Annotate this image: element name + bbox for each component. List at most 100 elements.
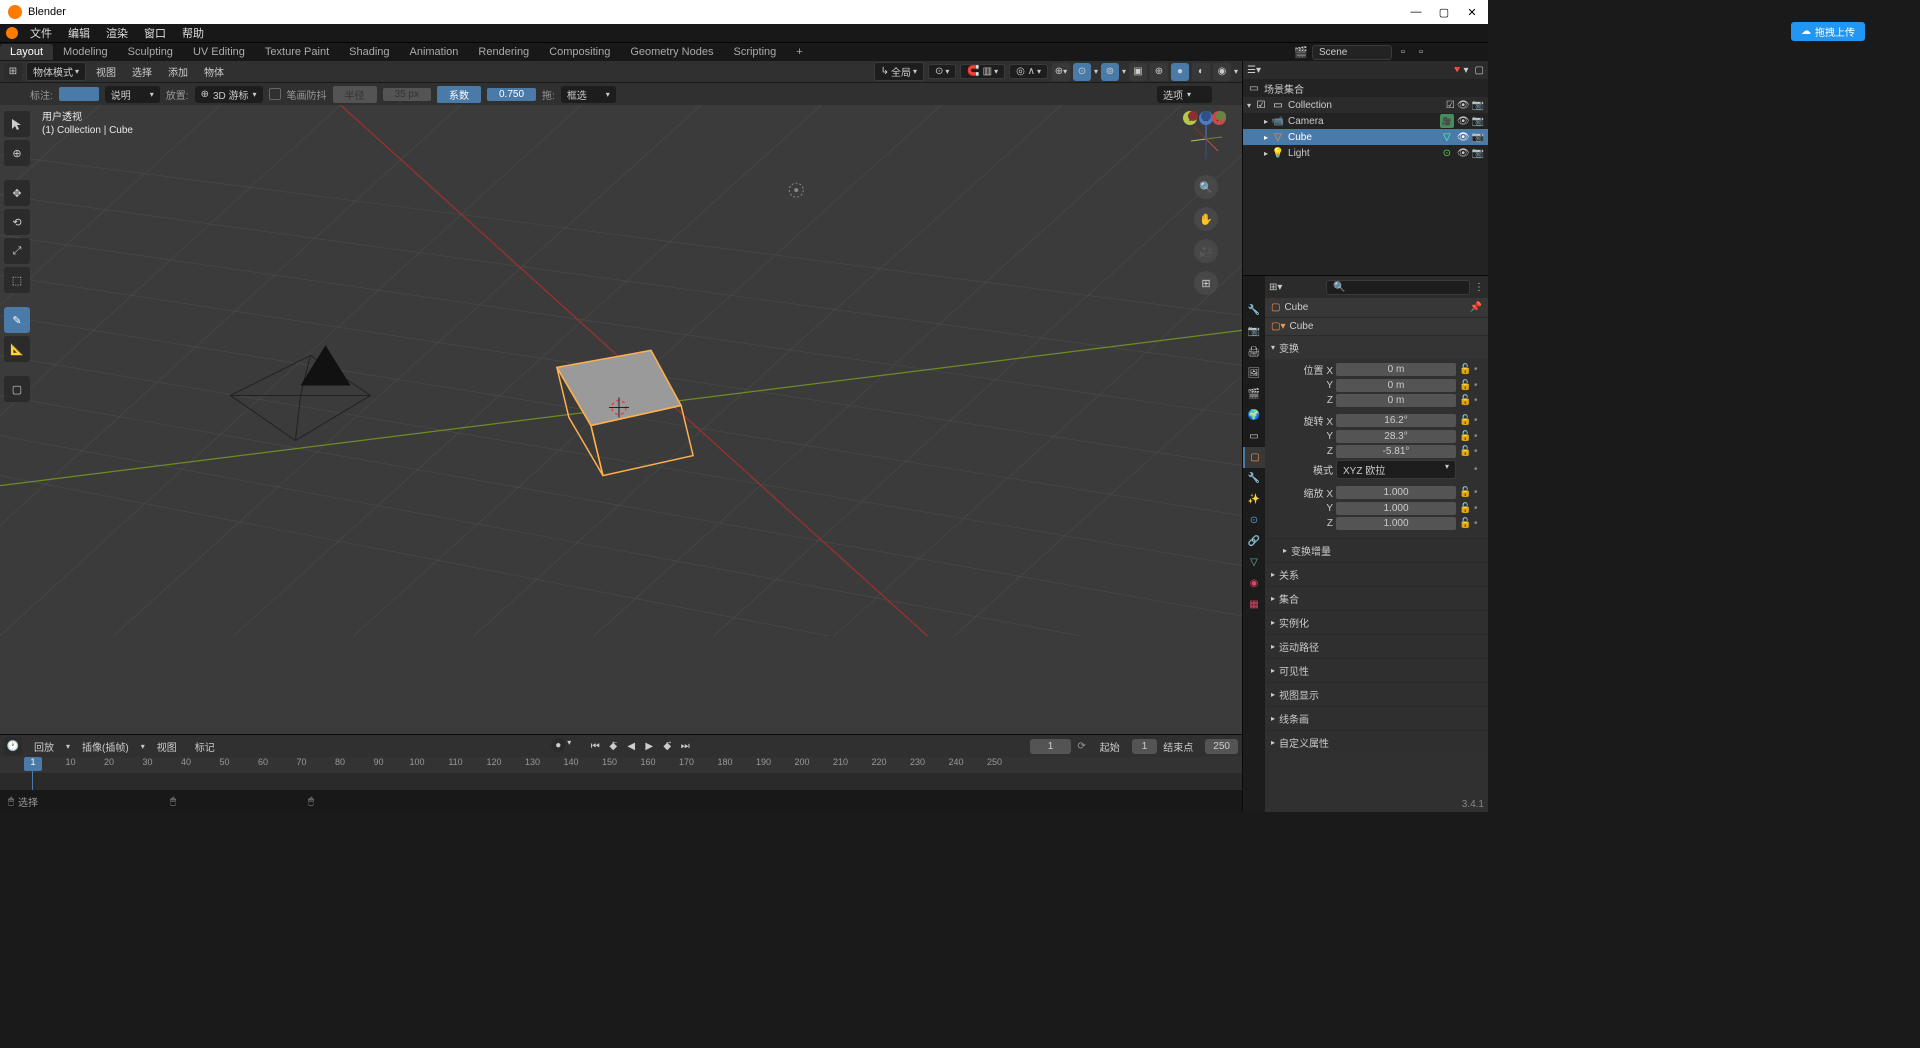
3d-viewport[interactable]: 用户透视 (1) Collection | Cube ⊕ ✥ ⟲ ⤢ ⬚ ✎ 📐… xyxy=(0,105,1242,734)
scene-icon[interactable]: 🎬 xyxy=(1294,46,1308,59)
rot-y-field[interactable]: 28.3° xyxy=(1336,430,1456,443)
end-frame-field[interactable]: 250 xyxy=(1205,739,1238,754)
place-dropdown[interactable]: ⊕ 3D 游标▾ xyxy=(195,86,263,103)
pos-x-field[interactable]: 0 m xyxy=(1336,363,1456,376)
shading-solid-icon[interactable]: ● xyxy=(1171,63,1189,81)
zoom-icon[interactable]: 🔍 xyxy=(1194,175,1218,199)
tool-select-box[interactable] xyxy=(4,111,30,137)
lock-icon[interactable]: 🔓 xyxy=(1459,415,1471,426)
jump-start-icon[interactable]: ⏮ xyxy=(587,738,603,754)
tab-animation[interactable]: Animation xyxy=(400,44,469,60)
menu-help[interactable]: 帮助 xyxy=(178,24,208,42)
close-button[interactable]: ✕ xyxy=(1464,4,1480,20)
eye-icon[interactable]: 👁 xyxy=(1457,100,1470,111)
pos-z-field[interactable]: 0 m xyxy=(1336,394,1456,407)
tab-sculpting[interactable]: Sculpting xyxy=(118,44,183,60)
section-custom-props[interactable]: ▸自定义属性 xyxy=(1265,731,1488,754)
prop-tab-tool[interactable]: 🔧 xyxy=(1243,300,1265,321)
start-frame-field[interactable]: 1 xyxy=(1132,739,1158,754)
tl-keying[interactable]: 插像(插帧) xyxy=(76,738,135,755)
prop-tab-world[interactable]: 🌍 xyxy=(1243,405,1265,426)
note-dropdown[interactable]: 说明▾ xyxy=(105,86,160,103)
perspective-icon[interactable]: ⊞ xyxy=(1194,271,1218,295)
scene-browse-icon[interactable]: ▫ xyxy=(1396,45,1410,59)
properties-datablock[interactable]: ▢▾Cube xyxy=(1265,317,1488,335)
tree-collection[interactable]: ▾☑▭ Collection ☑👁📷 xyxy=(1243,97,1488,113)
overlay-toggle-icon[interactable]: ⊚ xyxy=(1101,63,1119,81)
camera-restrict-icon[interactable]: 📷 xyxy=(1472,100,1484,111)
section-collections[interactable]: ▸集合 xyxy=(1265,587,1488,610)
lock-icon[interactable]: 🔓 xyxy=(1459,503,1471,514)
navigation-gizmo[interactable]: Z Y X xyxy=(1178,111,1234,167)
section-viewport-display[interactable]: ▸视图显示 xyxy=(1265,683,1488,706)
minimize-button[interactable]: — xyxy=(1408,4,1424,20)
vh-select[interactable]: 选择 xyxy=(126,63,158,80)
keyframe-prev-icon[interactable]: ◆⃖ xyxy=(605,738,621,754)
tab-rendering[interactable]: Rendering xyxy=(468,44,539,60)
section-delta[interactable]: ▸变换增量 xyxy=(1265,539,1488,562)
vh-view[interactable]: 视图 xyxy=(90,63,122,80)
prop-tab-modifier[interactable]: 🔧 xyxy=(1243,468,1265,489)
section-motion-paths[interactable]: ▸运动路径 xyxy=(1265,635,1488,658)
jump-end-icon[interactable]: ⏭ xyxy=(677,738,693,754)
prop-tab-texture[interactable]: ▦ xyxy=(1243,594,1265,615)
annotate-color[interactable] xyxy=(59,87,99,101)
exclude-checkbox-icon[interactable]: ☑ xyxy=(1446,100,1455,111)
camera-restrict-icon[interactable]: 📷 xyxy=(1472,116,1484,127)
eye-icon[interactable]: 👁 xyxy=(1457,132,1470,143)
proportional-dropdown[interactable]: ◎ ∧▾ xyxy=(1009,64,1048,79)
timeline-editor-icon[interactable]: 🕐 xyxy=(4,737,22,755)
stabilize-checkbox[interactable] xyxy=(269,88,281,100)
prop-tab-viewlayer[interactable]: 🖼 xyxy=(1243,363,1265,384)
pin-icon[interactable]: 📌 xyxy=(1470,302,1482,313)
prop-tab-render[interactable]: 📷 xyxy=(1243,321,1265,342)
shading-wire-icon[interactable]: ⊕ xyxy=(1150,63,1168,81)
tree-item-cube[interactable]: ▸▽ Cube ▽ 👁📷 xyxy=(1243,129,1488,145)
menu-file[interactable]: 文件 xyxy=(26,24,56,42)
prop-tab-particle[interactable]: ✨ xyxy=(1243,489,1265,510)
properties-editor-icon[interactable]: ⊞▾ xyxy=(1269,282,1282,293)
orientation-dropdown[interactable]: ↳ 全局▾ xyxy=(874,62,924,81)
series-field[interactable]: 0.750 xyxy=(487,88,536,101)
autokey-icon[interactable]: ● xyxy=(551,738,565,752)
shading-preview-icon[interactable]: ◐ xyxy=(1192,63,1210,81)
camera-restrict-icon[interactable]: 📷 xyxy=(1472,132,1484,143)
maximize-button[interactable]: ▢ xyxy=(1436,4,1452,20)
tl-playback[interactable]: 回放 xyxy=(28,738,60,755)
tool-add-cube[interactable]: ▢ xyxy=(4,376,30,402)
snap-dropdown[interactable]: 🧲 ▥▾ xyxy=(960,64,1005,79)
menu-window[interactable]: 窗口 xyxy=(140,24,170,42)
vh-object[interactable]: 物体 xyxy=(198,63,230,80)
properties-breadcrumb[interactable]: ▢Cube 📌 xyxy=(1265,298,1488,317)
radius-field[interactable]: 35 px xyxy=(383,88,431,101)
section-transform[interactable]: ▾变换 xyxy=(1265,336,1488,359)
properties-search[interactable]: 🔍 xyxy=(1326,280,1470,295)
tab-compositing[interactable]: Compositing xyxy=(539,44,620,60)
play-icon[interactable]: ▶ xyxy=(641,738,657,754)
tab-add[interactable]: + xyxy=(786,44,812,60)
rotation-mode-dropdown[interactable]: XYZ 欧拉 ▾ xyxy=(1336,460,1456,479)
scl-x-field[interactable]: 1.000 xyxy=(1336,486,1456,499)
tab-shading[interactable]: Shading xyxy=(339,44,399,60)
vh-add[interactable]: 添加 xyxy=(162,63,194,80)
tree-item-camera[interactable]: ▸📹 Camera 🎥 👁📷 xyxy=(1243,113,1488,129)
eye-icon[interactable]: 👁 xyxy=(1457,148,1470,159)
outliner-filter-icon[interactable]: 🔻▾ xyxy=(1451,65,1468,76)
scl-z-field[interactable]: 1.000 xyxy=(1336,517,1456,530)
lock-icon[interactable]: 🔓 xyxy=(1459,446,1471,457)
tree-scene-collection[interactable]: ▭ 场景集合 xyxy=(1243,80,1488,97)
rot-z-field[interactable]: -5.81° xyxy=(1336,445,1456,458)
tab-modeling[interactable]: Modeling xyxy=(53,44,118,60)
properties-options-icon[interactable]: ⋮ xyxy=(1474,282,1484,293)
shading-rendered-icon[interactable]: ◉ xyxy=(1213,63,1231,81)
gizmo-toggle-icon[interactable]: ⊙ xyxy=(1073,63,1091,81)
tab-layout[interactable]: Layout xyxy=(0,44,53,60)
scene-new-icon[interactable]: ▫ xyxy=(1414,45,1428,59)
timeline-track[interactable]: 1102030405060708090100110120130140150160… xyxy=(0,757,1242,790)
pan-icon[interactable]: ✋ xyxy=(1194,207,1218,231)
editor-type-icon[interactable]: ⊞ xyxy=(4,63,22,81)
playhead[interactable] xyxy=(32,757,33,790)
prop-tab-scene[interactable]: 🎬 xyxy=(1243,384,1265,405)
tool-cursor[interactable]: ⊕ xyxy=(4,140,30,166)
lock-icon[interactable]: 🔓 xyxy=(1459,395,1471,406)
